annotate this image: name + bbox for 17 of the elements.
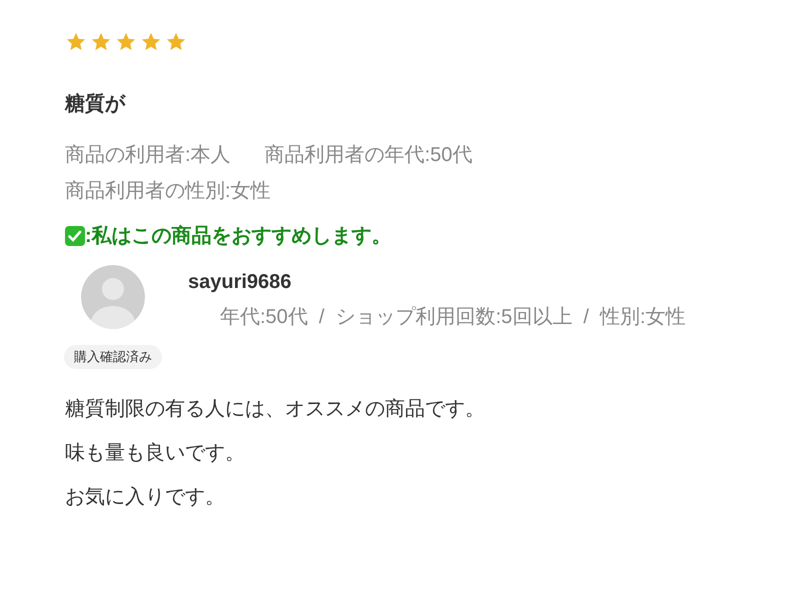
reviewer-meta: 年代:50代 / ショップ利用回数:5回以上 / 性別:女性: [220, 305, 687, 330]
review-body-text: 糖質制限の有る人には、オススメの商品です。: [65, 396, 486, 422]
star-icon: [165, 31, 187, 53]
attribute-text: 商品の利用者:本人: [65, 143, 231, 168]
reviewer-name: sayuri9686: [188, 270, 292, 295]
avatar-icon: [81, 265, 145, 329]
star-icon: [115, 31, 137, 53]
review-title: 糖質が: [65, 92, 127, 117]
star-icon: [65, 31, 87, 53]
star-icon: [90, 31, 112, 53]
review-body-text: お気に入りです。: [65, 484, 226, 510]
attribute-text: 商品利用者の性別:女性: [65, 179, 271, 204]
recommend-text: :私はこの商品をおすすめします。: [85, 224, 392, 249]
attribute-text: 商品利用者の年代:50代: [264, 143, 472, 168]
purchase-verified-badge: 購入確認済み: [64, 345, 162, 368]
star-icon: [140, 31, 162, 53]
review-body-text: 味も量も良いです。: [65, 440, 246, 466]
